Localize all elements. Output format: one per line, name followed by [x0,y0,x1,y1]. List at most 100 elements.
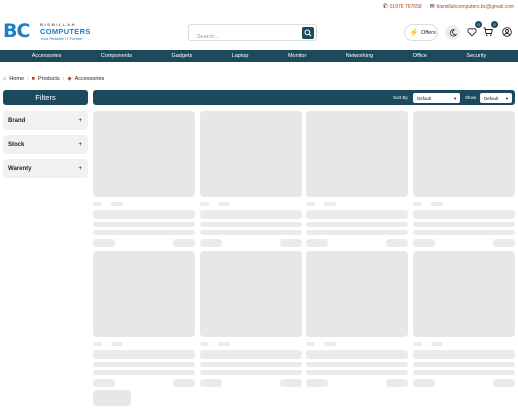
filter-stock[interactable]: Stock + [3,135,88,154]
nav-item-security[interactable]: Security [466,53,486,59]
text-line-skeleton [431,342,443,346]
cart-count-badge: 0 [491,21,498,28]
site-logo[interactable]: BC BISMILLAH COMPUTERS Your Reliable IT … [3,20,103,42]
page: ✆ 01976 767658 ✉ bismillahcomputers.bc@g… [0,0,518,414]
nav-item-gadgets[interactable]: Gadgets [171,53,192,59]
search-box [188,24,317,45]
offers-label: Offers [420,29,436,36]
text-line-skeleton [413,239,435,247]
phone-link[interactable]: ✆ 01976 767658 [383,3,422,11]
text-line-skeleton [200,379,222,387]
text-line-skeleton [306,362,408,367]
show-label: Show [465,95,477,100]
text-line-skeleton [413,202,422,206]
text-line-skeleton [93,210,195,219]
text-line-skeleton [413,362,515,367]
show-value: Default [484,95,499,101]
text-line-skeleton [200,362,302,367]
load-more-skeleton [93,390,131,406]
envelope-icon: ✉ [429,4,435,10]
chevron-down-icon: ▼ [453,95,457,101]
search-icon [304,29,312,37]
nav-item-networking[interactable]: Networking [346,53,374,59]
search-input[interactable] [189,29,299,45]
text-line-skeleton [306,239,328,247]
user-icon [502,27,512,37]
text-line-skeleton [386,379,408,387]
sort-by-select[interactable]: Default ▼ [413,93,460,103]
breadcrumb-home[interactable]: Home [9,76,24,82]
text-line-skeleton [200,370,302,375]
chevron-right-icon: › [27,76,29,82]
text-line-skeleton [413,230,515,235]
text-line-skeleton [413,210,515,219]
sort-by-label: Sort By [393,95,408,100]
nav-item-accessories[interactable]: Accessories [32,53,62,59]
phone-number: 01976 767658 [389,3,422,10]
account-button[interactable] [500,25,514,39]
product-image-skeleton [413,251,515,337]
text-line-skeleton [431,202,443,206]
search-button[interactable] [302,27,314,39]
plus-icon: + [78,141,82,148]
sort-bar: Sort By Default ▼ Show Default ▼ [93,90,515,105]
text-line-skeleton [93,222,195,227]
email-link[interactable]: ✉ bismillahcomputers.bc@gmail.com [429,3,514,11]
filters-title: Filters [3,90,88,105]
nav-item-laptop[interactable]: Laptop [232,53,249,59]
offers-button[interactable]: ⚡ Offers [404,24,438,41]
breadcrumb: ⌂ Home › ■ Products › ◆ Accessories [3,76,104,82]
nav-item-monitor[interactable]: Monitor [288,53,306,59]
nav-item-office[interactable]: Office [413,53,427,59]
product-image-skeleton [200,111,302,197]
text-line-skeleton [218,342,230,346]
folder-icon: ■ [31,76,35,82]
product-image-skeleton [306,111,408,197]
cart-button[interactable]: 0 [481,21,498,39]
text-line-skeleton [111,342,123,346]
plus-icon: + [78,117,82,124]
chevron-right-icon: › [62,76,65,82]
text-line-skeleton [93,350,195,359]
text-line-skeleton [493,379,515,387]
text-line-skeleton [306,379,328,387]
filter-brand-label: Brand [8,117,26,124]
text-line-skeleton [200,222,302,227]
logo-tagline: Your Reliable IT Partner [40,36,83,41]
sort-by-value: Default [417,95,432,101]
product-image-skeleton [413,111,515,197]
text-line-skeleton [93,202,102,206]
nav-item-components[interactable]: Components [101,53,132,59]
text-line-skeleton [200,342,209,346]
text-line-skeleton [306,202,315,206]
text-line-skeleton [324,202,336,206]
text-line-skeleton [413,350,515,359]
text-line-skeleton [200,350,302,359]
bolt-icon: ⚡ [409,27,419,37]
breadcrumb-products[interactable]: Products [38,76,60,82]
text-line-skeleton [111,202,123,206]
header: BC BISMILLAH COMPUTERS Your Reliable IT … [0,14,518,48]
filter-warenty[interactable]: Warenty + [3,159,88,178]
cart-icon [483,27,493,37]
wishlist-button[interactable]: 0 [465,21,482,39]
text-line-skeleton [306,222,408,227]
heart-icon [467,28,477,37]
product-image-skeleton [306,251,408,337]
text-line-skeleton [200,202,209,206]
text-line-skeleton [306,230,408,235]
show-select[interactable]: Default ▼ [480,93,512,103]
plus-icon: + [78,165,82,172]
text-line-skeleton [324,342,336,346]
filter-brand[interactable]: Brand + [3,111,88,130]
email-address: bismillahcomputers.bc@gmail.com [436,3,514,10]
dark-mode-toggle[interactable] [445,25,460,40]
text-line-skeleton [306,210,408,219]
filter-warenty-label: Warenty [8,165,32,172]
tag-icon: ◆ [67,76,72,82]
text-line-skeleton [93,379,115,387]
text-line-skeleton [200,239,222,247]
top-bar: ✆ 01976 767658 ✉ bismillahcomputers.bc@g… [0,0,518,13]
logo-main-text: COMPUTERS [40,27,91,36]
text-line-skeleton [280,239,302,247]
